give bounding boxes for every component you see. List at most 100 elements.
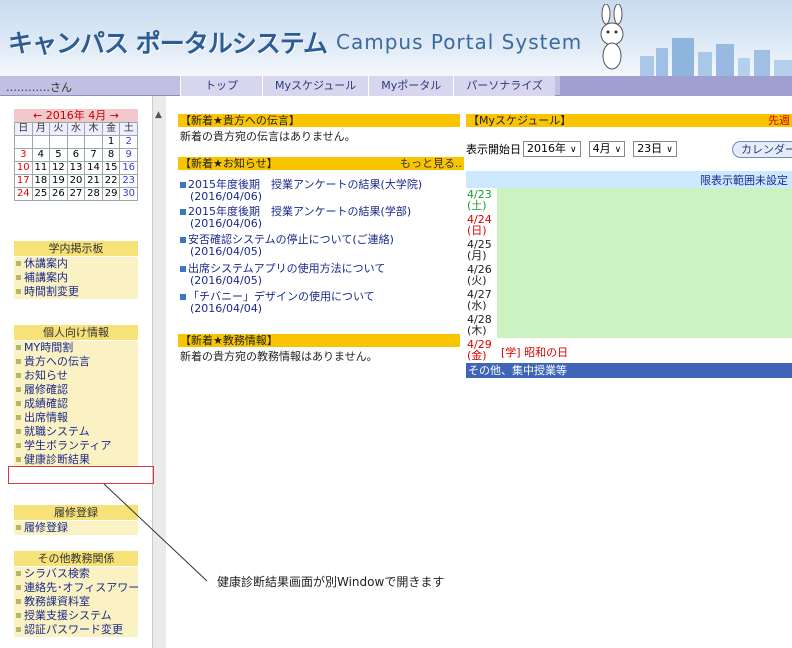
bullet-icon [16,401,21,406]
tab-my-schedule[interactable]: Myスケジュール [262,76,369,96]
calendar-week-row: 10 11 12 13 14 15 16 [14,161,138,175]
menu-item-class-support[interactable]: 授業支援システム [14,609,138,623]
holiday-event[interactable]: [学] 昭和の日 [501,344,568,360]
schedule-event-cell[interactable]: [学] 昭和の日 [497,338,792,363]
sidebar-collapse-bar[interactable]: ▲ [152,96,166,648]
menu-item-attendance[interactable]: 出席情報 [14,411,138,425]
calendar-day-cell[interactable]: 20 [66,174,86,188]
calendar-week-row: 17 18 19 20 21 22 23 [14,174,138,188]
calendar-day-cell[interactable]: 11 [31,161,51,175]
menu-item-label: 授業支援システム [24,609,112,622]
tab-my-portal[interactable]: Myポータル [368,76,454,96]
calendar-day-cell[interactable]: 6 [66,148,86,162]
schedule-row: 4/24 (日) [466,213,792,238]
menu-item-password-change[interactable]: 認証パスワード変更 [14,623,138,637]
menu-item-my-timetable[interactable]: MY時間割 [14,341,138,355]
calendar-day-cell[interactable]: 5 [49,148,68,162]
news-item[interactable]: 「チバニー」デザインの使用について (2016/04/04) [180,291,375,315]
menu-section-personal: 個人向け情報 MY時間割 貴方への伝言 お知らせ 履修確認 成績確認 出席情報 … [14,325,138,467]
menu-item-health-checkup[interactable]: 健康診断結果 [14,453,138,467]
menu-item-academic-materials[interactable]: 教務課資料室 [14,595,138,609]
menu-item-course-registration[interactable]: 履修登録 [14,521,138,535]
collapse-arrow-icon[interactable]: ▲ [155,110,162,120]
calendar-day-cell[interactable]: 18 [31,174,51,188]
schedule-prev-week-link[interactable]: 先週 [768,114,790,127]
bullet-icon [180,182,186,188]
schedule-table: 限表示範囲未設定 4/23 (土) 4/24 (日) 4/25 (月) 4/26 (火)… [466,171,792,378]
schedule-event-cell[interactable] [497,288,792,313]
menu-section-registration: 履修登録 履修登録 [14,505,138,535]
news-item[interactable]: 2015年度後期 授業アンケートの結果(学部) (2016/04/06) [180,206,411,230]
schedule-row: 4/26 (火) [466,263,792,288]
menu-item-job-system[interactable]: 就職システム [14,425,138,439]
calendar-day-cell[interactable]: 21 [84,174,103,188]
calendar-day-cell[interactable]: 28 [84,187,103,201]
menu-item-timetable-changes[interactable]: 時間割変更 [14,285,138,299]
bullet-icon [16,373,21,378]
bullet-icon [16,261,21,266]
menu-item-makeup-classes[interactable]: 補講案内 [14,271,138,285]
calendar-day-cell[interactable]: 22 [101,174,121,188]
calendar-day-cell[interactable]: 13 [66,161,86,175]
menu-item-label: 連絡先･オフィスアワー [24,581,140,594]
schedule-table-header: 限表示範囲未設定 [466,171,792,188]
calendar-day-cell[interactable]: 3 [14,148,33,162]
news-item[interactable]: 2015年度後期 授業アンケートの結果(大学院) (2016/04/06) [180,179,422,203]
menu-item-cancellations[interactable]: 休講案内 [14,257,138,271]
calendar-day-cell[interactable]: 19 [49,174,68,188]
tab-top[interactable]: トップ [180,76,262,96]
calendar-day-cell[interactable]: 2 [119,135,138,149]
calendar-day-cell[interactable]: 25 [31,187,51,201]
news-item[interactable]: 出席システムアプリの使用方法について (2016/04/05) [180,263,385,287]
day-select[interactable]: 23日 ∨ [633,141,677,157]
menu-item-office-hours[interactable]: 連絡先･オフィスアワー [14,581,140,595]
calendar-day-cell[interactable]: 1 [101,135,121,149]
calendar-day-cell[interactable]: 8 [101,148,121,162]
calendar-day-cell[interactable]: 9 [119,148,138,162]
month-select[interactable]: 4月 ∨ [588,141,626,157]
bullet-icon [16,585,21,590]
schedule-event-cell[interactable] [497,313,792,338]
header-banner: キャンパス ポータルシステム Campus Portal System [0,0,792,76]
schedule-event-cell[interactable] [497,263,792,288]
calendar-day-cell[interactable]: 26 [49,187,68,201]
calendar-day-cell[interactable]: 30 [119,187,138,201]
calendar-day-cell[interactable]: 4 [31,148,51,162]
calendar-day-cell[interactable]: 16 [119,161,138,175]
calendar-day-cell[interactable]: 14 [84,161,103,175]
calendar-day-cell[interactable]: 27 [66,187,86,201]
schedule-event-cell[interactable] [497,188,792,213]
calendar-next-button[interactable]: → [110,109,119,122]
weekday-thu: 木 [84,122,103,136]
calendar-prev-button[interactable]: ← [33,109,42,122]
row-weekday: (月) [467,249,487,262]
news-item[interactable]: 安否確認システムの停止について(ご連絡) (2016/04/05) [180,234,394,258]
calendar-day-cell[interactable]: 7 [84,148,103,162]
news-more-link[interactable]: もっと見る.. [400,157,462,170]
schedule-row: 4/25 (月) [466,238,792,263]
calendar-day-cell[interactable]: 23 [119,174,138,188]
calendar-day-cell[interactable]: 12 [49,161,68,175]
annotation-callout: 健康診断結果画面が別Windowで開きます [217,575,445,589]
menu-item-messages[interactable]: 貴方への伝言 [14,355,138,369]
menu-item-course-check[interactable]: 履修確認 [14,383,138,397]
calendar-day-cell[interactable]: 24 [14,187,33,201]
menu-heading-board: 学内掲示板 [14,241,138,256]
menu-item-label: 補講案内 [24,271,68,284]
calendar-day-cell[interactable]: 10 [14,161,33,175]
calendar-button[interactable]: カレンダー [732,141,792,158]
schedule-date-cell: 4/26 (火) [466,263,496,288]
calendar-day-cell[interactable]: 17 [14,174,33,188]
menu-item-grades[interactable]: 成績確認 [14,397,138,411]
menu-item-volunteer[interactable]: 学生ボランティア [14,439,138,453]
year-select[interactable]: 2016年 ∨ [523,141,581,157]
schedule-event-cell[interactable] [497,238,792,263]
menu-item-syllabus-search[interactable]: シラバス検索 [14,567,138,581]
schedule-event-cell[interactable] [497,213,792,238]
bullet-icon [180,209,186,215]
menu-item-notices[interactable]: お知らせ [14,369,138,383]
menu-item-label: MY時間割 [24,341,74,354]
tab-personalize[interactable]: パーソナライズ [453,76,555,96]
calendar-day-cell[interactable]: 29 [101,187,121,201]
calendar-day-cell[interactable]: 15 [101,161,121,175]
